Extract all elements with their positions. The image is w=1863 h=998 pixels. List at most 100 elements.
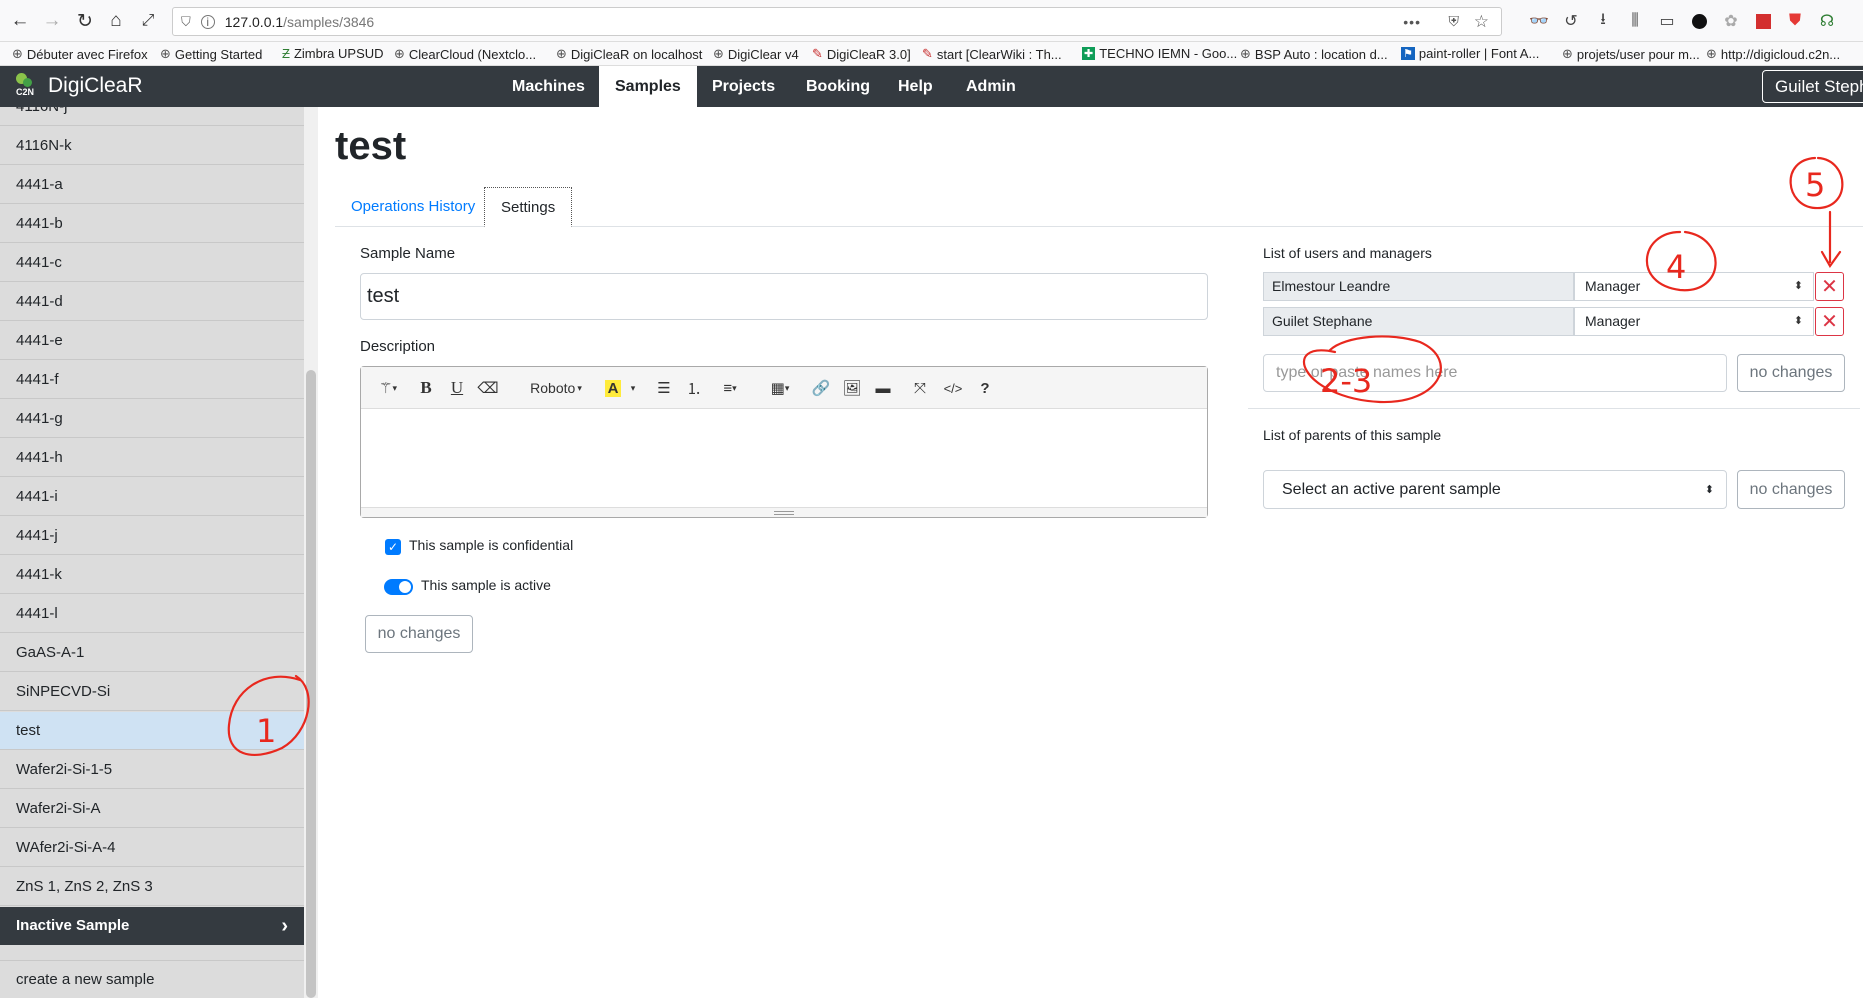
sidebar-item[interactable]: 4441-k — [0, 556, 304, 594]
divider — [1248, 408, 1860, 409]
add-user-input[interactable]: type or paste names here — [1263, 354, 1727, 392]
sidebar-toggle-icon[interactable]: ▭ — [1656, 10, 1678, 32]
bookmark-item[interactable]: ⚑ paint-roller | Font A... — [1401, 46, 1539, 61]
color-dropdown-icon[interactable]: ▾ — [627, 377, 639, 399]
sidebar-item[interactable]: 4441-e — [0, 322, 304, 360]
user-menu-button[interactable]: Guilet Stephane — [1762, 70, 1863, 103]
help-icon[interactable]: ? — [975, 377, 995, 399]
sidebar-item[interactable]: 4441-d — [0, 283, 304, 321]
user-role-select[interactable]: Manager ⬍ — [1574, 307, 1814, 336]
highlight-color-icon[interactable]: A — [603, 377, 623, 399]
sidebar-item[interactable]: WAfer2i-Si-A-4 — [0, 829, 304, 867]
nav-projects[interactable]: Projects — [696, 66, 791, 107]
browser-toolbar: ← → ↻ ⌂ ⤢ ⛉ i 127.0.0.1/samples/3846 •••… — [0, 0, 1863, 42]
reload-icon[interactable]: ↻ — [70, 6, 100, 36]
sidebar-item[interactable]: 4441-l — [0, 595, 304, 633]
sidebar-item[interactable]: 4116N-j — [0, 107, 304, 126]
bookmark-item[interactable]: ⊕ Débuter avec Firefox — [12, 46, 148, 62]
add-parent-button[interactable]: no changes — [1737, 470, 1845, 509]
sample-name-value: test — [367, 285, 400, 307]
history-icon[interactable]: ↺ — [1560, 10, 1582, 32]
bookmark-item[interactable]: ✚ TECHNO IEMN - Goo... — [1082, 46, 1237, 61]
editor-content[interactable] — [361, 409, 1207, 507]
page-actions-menu-icon[interactable]: ••• — [1403, 14, 1421, 30]
underline-icon[interactable]: U — [447, 377, 467, 399]
home-icon[interactable]: ⌂ — [101, 6, 131, 36]
bookmark-item[interactable]: ✎ DigiCleaR 3.0] — [812, 46, 911, 62]
user-role-select[interactable]: Manager ⬍ — [1574, 272, 1814, 301]
downloads-icon[interactable]: ⭳ — [1592, 10, 1614, 32]
bookmark-item[interactable]: ⊕ DigiClear v4 — [713, 46, 799, 62]
bookmark-item[interactable]: ⊕ http://digicloud.c2n... — [1706, 46, 1840, 62]
active-toggle[interactable] — [384, 579, 413, 595]
table-icon[interactable]: ▦ ▾ — [765, 377, 795, 399]
bookmark-item[interactable]: ⊕ projets/user pour m... — [1562, 46, 1700, 62]
extension-red-icon[interactable] — [1752, 10, 1774, 32]
extension-shield-icon[interactable]: ⛊ — [1784, 10, 1806, 32]
library-icon[interactable]: ⫼ — [1624, 10, 1646, 32]
brand[interactable]: C2N DigiCleaR — [14, 72, 143, 100]
sidebar-scrollbar[interactable] — [306, 370, 316, 998]
magic-wand-icon[interactable]: ⚚ ▾ — [373, 377, 403, 399]
eraser-icon[interactable]: ⌫ — [477, 377, 498, 399]
bookmark-item[interactable]: Ƶ Zimbra UPSUD — [282, 46, 384, 61]
url-bar[interactable]: ⛉ i 127.0.0.1/samples/3846 ••• ⛨ ☆ — [172, 7, 1502, 36]
tab-settings[interactable]: Settings — [484, 187, 573, 227]
bookmark-item[interactable]: ⊕ BSP Auto : location d... — [1240, 46, 1388, 62]
parent-sample-select[interactable]: Select an active parent sample ⬍ — [1263, 470, 1727, 509]
sidebar-item[interactable]: GaAS-A-1 — [0, 634, 304, 672]
tab-operations-history[interactable]: Operations History — [335, 187, 491, 227]
sidebar-item[interactable]: 4441-b — [0, 205, 304, 243]
extension-headset-icon[interactable]: ☊ — [1816, 10, 1838, 32]
remove-user-button[interactable]: ✕ — [1815, 307, 1844, 336]
nav-help[interactable]: Help — [882, 66, 949, 107]
sidebar-item[interactable]: SiNPECVD-Si — [0, 673, 304, 711]
sidebar-item[interactable]: 4116N-k — [0, 127, 304, 165]
save-settings-button[interactable]: no changes — [365, 615, 473, 653]
sidebar-item[interactable]: 4441-i — [0, 478, 304, 516]
numbered-list-icon[interactable]: ⒈ — [683, 377, 705, 399]
nav-samples[interactable]: Samples — [599, 66, 697, 107]
extension-puzzle-icon[interactable]: ✿ — [1720, 10, 1742, 32]
nav-booking[interactable]: Booking — [790, 66, 886, 107]
sidebar-item-active[interactable]: test — [0, 712, 304, 750]
inactive-sample-toggle[interactable]: Inactive Sample › — [0, 907, 304, 945]
sidebar-item[interactable]: 4441-h — [0, 439, 304, 477]
nav-admin[interactable]: Admin — [950, 66, 1032, 107]
bookmark-item[interactable]: ⊕ Getting Started — [160, 46, 262, 62]
bookmark-item[interactable]: ✎ start [ClearWiki : Th... — [922, 46, 1062, 62]
back-icon[interactable]: ← — [5, 6, 35, 36]
bookmark-item[interactable]: ⊕ DigiCleaR on localhost — [556, 46, 702, 62]
bookmark-item[interactable]: ⊕ ClearCloud (Nextclo... — [394, 46, 536, 62]
sample-name-input[interactable]: test — [360, 273, 1208, 320]
confidential-checkbox[interactable]: ✓ — [385, 539, 401, 555]
remove-user-button[interactable]: ✕ — [1815, 272, 1844, 301]
image-icon[interactable]: 🖼 — [841, 377, 863, 399]
reader-icon[interactable]: 👓 — [1528, 10, 1550, 32]
code-view-icon[interactable]: </> — [940, 377, 966, 399]
bullet-list-icon[interactable]: ☰ — [653, 377, 675, 399]
font-family-select[interactable]: Roboto ▾ — [521, 377, 591, 399]
editor-resize-handle[interactable] — [361, 507, 1207, 517]
sidebar-item[interactable]: 4441-c — [0, 244, 304, 282]
sidebar-item[interactable]: Wafer2i-Si-A — [0, 790, 304, 828]
sidebar-item[interactable]: Wafer2i-Si-1-5 — [0, 751, 304, 789]
create-sample-link[interactable]: create a new sample — [0, 960, 304, 998]
align-icon[interactable]: ≡ ▾ — [715, 377, 745, 399]
sidebar-item[interactable]: ZnS 1, ZnS 2, ZnS 3 — [0, 868, 304, 906]
sidebar-item[interactable]: 4441-g — [0, 400, 304, 438]
fullscreen-icon[interactable]: ⤧ — [909, 377, 931, 399]
sidebar-item[interactable]: 4441-j — [0, 517, 304, 555]
extension-dark-icon[interactable] — [1688, 10, 1710, 32]
pocket-icon[interactable]: ⛨ — [1449, 13, 1460, 30]
nav-machines[interactable]: Machines — [496, 66, 601, 107]
sidebar-item[interactable]: 4441-f — [0, 361, 304, 399]
sidebar-item[interactable]: 4441-a — [0, 166, 304, 204]
video-icon[interactable]: ▬ — [872, 377, 894, 399]
link-icon[interactable]: 🔗 — [810, 377, 832, 399]
expand-icon[interactable]: ⤢ — [133, 6, 163, 36]
bookmark-star-icon[interactable]: ☆ — [1474, 12, 1489, 32]
bold-icon[interactable]: B — [416, 377, 436, 399]
forward-icon[interactable]: → — [37, 6, 67, 36]
add-user-button[interactable]: no changes — [1737, 354, 1845, 392]
